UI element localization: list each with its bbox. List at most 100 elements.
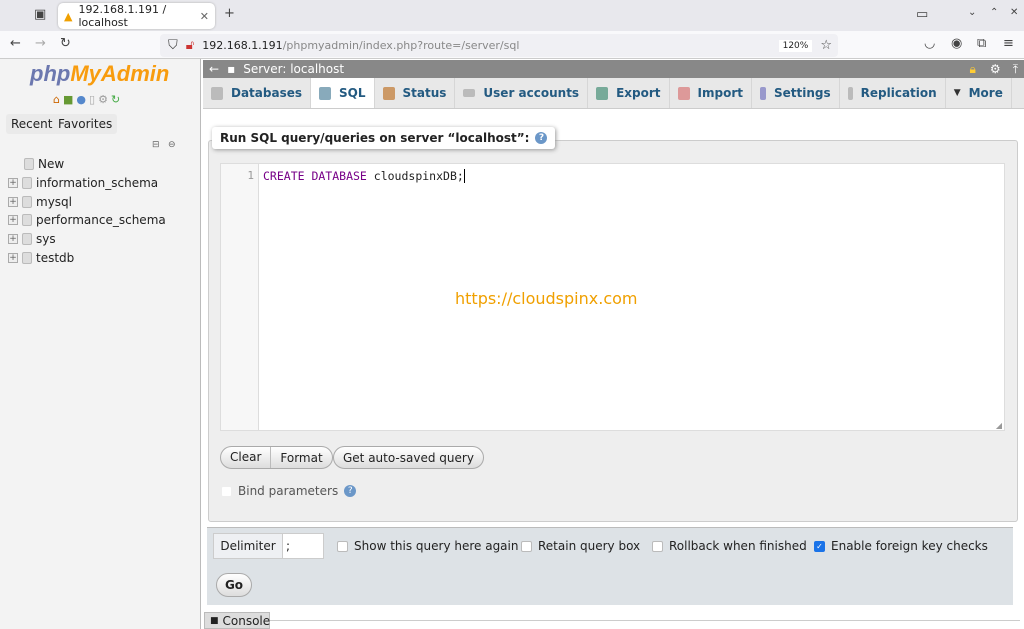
back-icon[interactable]: ←	[10, 36, 21, 51]
new-tab-icon[interactable]: +	[224, 6, 235, 21]
close-window-icon[interactable]: ✕	[1010, 7, 1018, 18]
url-bar[interactable]: ⛉ 🔓︎ 192.168.1.191/phpmyadmin/index.php?…	[160, 34, 838, 57]
rollback-checkbox[interactable]	[652, 541, 663, 552]
database-icon	[22, 252, 32, 264]
line-gutter: 1	[221, 164, 259, 430]
foreign-key-checkbox[interactable]: ✓	[814, 541, 825, 552]
auto-saved-query-button[interactable]: Get auto-saved query	[333, 446, 484, 469]
recent-tab[interactable]: Recent	[6, 114, 57, 134]
tab-more[interactable]: ▼More	[946, 78, 1012, 108]
server-link[interactable]: Server: localhost	[243, 62, 344, 76]
server-breadcrumb: ← ▪ Server: localhost 🔒︎ ⚙ ⤒	[203, 60, 1024, 78]
bookmark-star-icon[interactable]: ☆	[820, 38, 832, 53]
help-icon[interactable]: ?	[344, 485, 356, 497]
window-list-icon[interactable]: ▭	[916, 7, 928, 22]
tree-item-db[interactable]: +information_schema	[8, 176, 158, 190]
expand-icon[interactable]: +	[8, 197, 18, 207]
reload-icon[interactable]: ↻	[60, 36, 71, 51]
main-tabs: Databases SQL Status User accounts Expor…	[203, 78, 1024, 109]
tree-item-db[interactable]: +mysql	[8, 195, 72, 209]
sql-code[interactable]: CREATE DATABASE cloudspinxDB;	[263, 169, 465, 183]
rollback-option[interactable]: Rollback when finished	[652, 539, 807, 553]
minimize-icon[interactable]: ⌄	[968, 7, 976, 18]
expand-icon[interactable]: +	[8, 178, 18, 188]
tree-item-db[interactable]: +performance_schema	[8, 213, 166, 227]
clear-format-group: Clear Format	[220, 446, 333, 469]
home-icon[interactable]: ⌂	[53, 93, 60, 106]
reload-nav-icon[interactable]: ↻	[111, 93, 120, 106]
bind-parameters[interactable]: Bind parameters ?	[221, 484, 356, 498]
favorites-tab[interactable]: Favorites	[53, 114, 117, 134]
nav-bar: ← → ↻ ⛉ 🔓︎ 192.168.1.191/phpmyadmin/inde…	[0, 31, 1024, 59]
expand-icon[interactable]: +	[8, 215, 18, 225]
menu-icon[interactable]: ≡	[1003, 36, 1014, 51]
delimiter-label: Delimiter	[214, 534, 282, 558]
tab-import[interactable]: Import	[670, 78, 752, 108]
foreign-key-option[interactable]: ✓Enable foreign key checks	[814, 539, 988, 553]
tab-sql[interactable]: SQL	[311, 78, 375, 108]
logout-icon[interactable]: ■	[63, 93, 73, 106]
sql-query-legend: Run SQL query/queries on server “localho…	[212, 127, 555, 149]
watermark-text: https://cloudspinx.com	[455, 289, 637, 308]
maximize-icon[interactable]: ⌃	[990, 7, 998, 18]
tab-overview-icon[interactable]: ▣	[34, 7, 46, 22]
users-icon	[463, 89, 475, 97]
retain-query-option[interactable]: Retain query box	[521, 539, 640, 553]
console-bar-divider	[270, 620, 1020, 621]
expand-icon[interactable]: +	[8, 234, 18, 244]
show-query-option[interactable]: Show this query here again	[337, 539, 518, 553]
browser-tab[interactable]: ▲ 192.168.1.191 / localhost ✕	[58, 3, 215, 29]
console-tab[interactable]: ■Console	[204, 612, 270, 629]
pocket-icon[interactable]: ◡	[924, 36, 935, 51]
page-settings-icon[interactable]: ⚙	[990, 62, 1001, 76]
bind-parameters-checkbox[interactable]	[221, 486, 232, 497]
database-icon	[22, 233, 32, 245]
delimiter-input[interactable]: ;	[282, 534, 323, 558]
replication-icon	[848, 87, 853, 100]
account-icon[interactable]: ◉	[951, 36, 962, 51]
sql-docs-icon[interactable]: ▯	[89, 93, 95, 106]
settings-icon[interactable]: ⚙	[98, 93, 108, 106]
collapse-all-icon[interactable]: ⊟	[152, 140, 160, 150]
docs-icon[interactable]: ●	[76, 93, 86, 106]
retain-query-checkbox[interactable]	[521, 541, 532, 552]
tab-status[interactable]: Status	[375, 78, 456, 108]
tab-databases[interactable]: Databases	[203, 78, 311, 108]
extensions-icon[interactable]: ⧉	[977, 36, 986, 51]
new-db-icon	[24, 158, 34, 170]
tab-export[interactable]: Export	[588, 78, 669, 108]
forward-icon[interactable]: →	[35, 36, 46, 51]
zoom-level[interactable]: 120%	[779, 40, 813, 52]
url-host: 192.168.1.191	[202, 39, 282, 52]
server-icon: ▪	[227, 62, 235, 76]
tree-item-db[interactable]: +testdb	[8, 251, 74, 265]
format-button[interactable]: Format	[271, 451, 331, 465]
caret-down-icon: ▼	[954, 88, 961, 98]
export-icon	[596, 87, 608, 100]
shield-icon: ⛉	[168, 38, 178, 53]
console-icon: ■	[210, 616, 219, 626]
status-icon	[383, 87, 395, 100]
collapse-top-icon[interactable]: ⤒	[1013, 62, 1018, 77]
tab-settings[interactable]: Settings	[752, 78, 840, 108]
link-icon[interactable]: ⊖	[168, 140, 176, 150]
lock-icon[interactable]: 🔒︎	[970, 62, 976, 77]
tab-replication[interactable]: Replication	[840, 78, 946, 108]
databases-icon	[211, 87, 223, 100]
bind-parameters-label: Bind parameters	[238, 484, 338, 498]
tree-item-db[interactable]: +sys	[8, 232, 56, 246]
delimiter-field: Delimiter ;	[213, 533, 324, 559]
help-icon[interactable]: ?	[535, 132, 547, 144]
tab-user-accounts[interactable]: User accounts	[455, 78, 588, 108]
show-query-checkbox[interactable]	[337, 541, 348, 552]
database-icon	[22, 177, 32, 189]
go-button[interactable]: Go	[216, 573, 252, 597]
resize-handle[interactable]: ◢	[996, 421, 1002, 430]
collapse-nav-icon[interactable]: ←	[209, 62, 219, 76]
close-tab-icon[interactable]: ✕	[200, 10, 209, 23]
tree-item-new[interactable]: New	[24, 157, 64, 171]
browser-tab-bar: ▣ ▲ 192.168.1.191 / localhost ✕ + ▭ ⌄ ⌃ …	[0, 0, 1024, 31]
phpmyadmin-logo[interactable]: phpMyAdmin	[30, 61, 169, 87]
expand-icon[interactable]: +	[8, 253, 18, 263]
clear-button[interactable]: Clear	[221, 447, 271, 468]
